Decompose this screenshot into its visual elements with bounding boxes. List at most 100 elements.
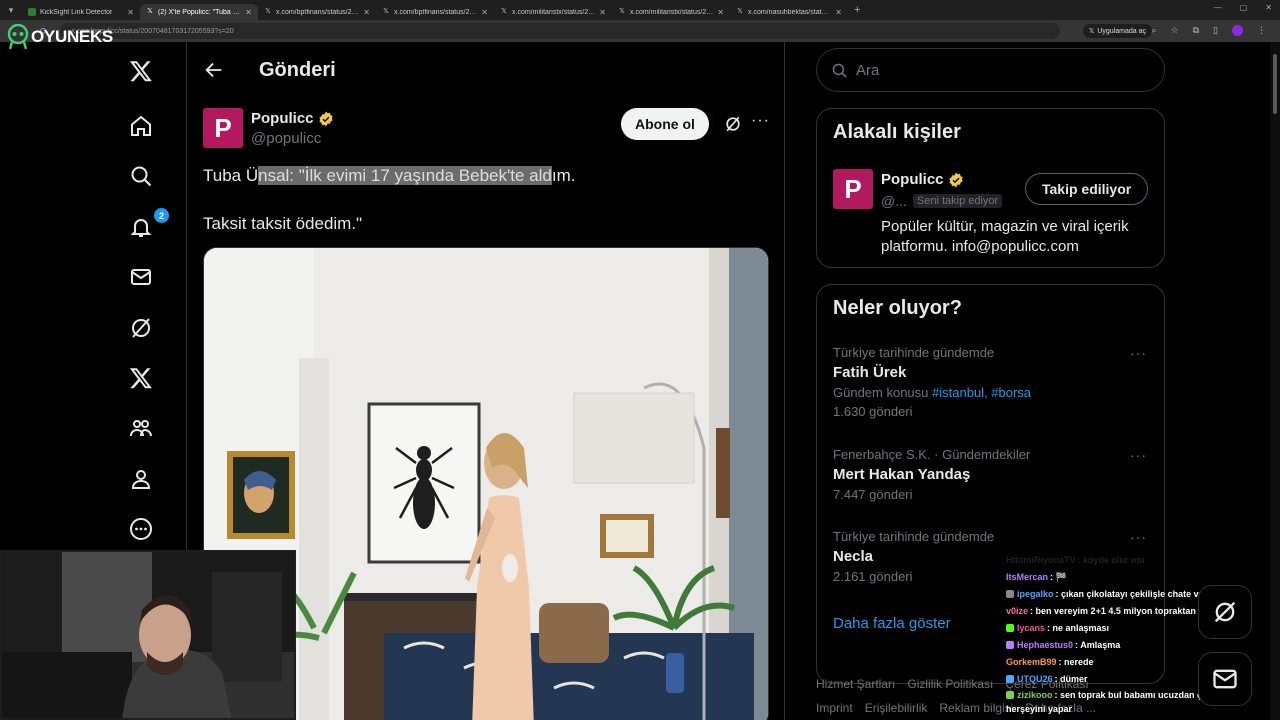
tab-favicon-icon [28, 8, 36, 16]
url-field[interactable]: x.com/populicc/status/200704817031720559… [59, 23, 1060, 39]
browser-tab[interactable]: KickSight Link Detector ✕ [22, 4, 140, 20]
verified-badge-icon [948, 172, 963, 187]
trend-item[interactable]: Fenerbahçe S.K. · Gündemdekiler Mert Hak… [833, 447, 1153, 502]
x-favicon-icon: 𝕏 [265, 8, 271, 15]
post-author-row: P Populicc @populicc Abone ol ··· [203, 108, 769, 152]
author-name[interactable]: Populicc [251, 110, 334, 127]
grok-icon [1214, 601, 1236, 623]
close-tab-icon[interactable]: ✕ [599, 8, 606, 17]
communities-icon[interactable] [128, 415, 154, 441]
scroll-thumb[interactable] [1273, 54, 1277, 114]
trend-hashtags[interactable]: #istanbul, #borsa [932, 385, 1031, 400]
messages-icon[interactable] [128, 264, 154, 290]
subscribe-button[interactable]: Abone ol [621, 108, 709, 140]
post-text-line: Taksit taksit ödedim." [203, 214, 363, 233]
premium-x-icon[interactable] [128, 365, 154, 391]
close-tab-icon[interactable]: ✕ [245, 8, 252, 17]
browser-tab[interactable]: 𝕏x.com/nasuhbektas/status/200...✕ [730, 4, 848, 20]
show-more-link[interactable]: Daha fazla göster [833, 615, 951, 632]
close-tab-icon[interactable]: ✕ [717, 8, 724, 17]
search-icon[interactable] [128, 163, 154, 189]
search-icon [832, 63, 847, 78]
footer-link[interactable]: Imprint [816, 701, 853, 715]
close-tab-icon[interactable]: ✕ [481, 8, 488, 17]
streamer-webcam [0, 550, 296, 720]
tab-search-icon[interactable]: ▾ [0, 0, 22, 20]
x-small-icon: 𝕏 [1088, 28, 1095, 35]
sidebar-icon[interactable]: ▯ [1213, 25, 1218, 36]
browser-tab[interactable]: 𝕏x.com/bptfinans/status/20070...✕ [258, 4, 376, 20]
extensions-icon[interactable]: ⧉ [1193, 25, 1199, 36]
alien-logo-icon [7, 24, 29, 50]
x-favicon-icon: 𝕏 [737, 8, 743, 15]
post-more-icon[interactable]: ··· [751, 112, 770, 130]
window-controls: — ▢ ✕ [1214, 3, 1272, 12]
open-in-app-button[interactable]: 𝕏 Uygulamada aç [1082, 24, 1152, 38]
minimize-icon[interactable]: — [1214, 3, 1222, 12]
browser-tab-bar: ▾ KickSight Link Detector ✕ 𝕏 (2) X'te Pop… [0, 0, 1280, 20]
profile-avatar-icon[interactable] [1232, 25, 1243, 36]
following-button[interactable]: Takip ediliyor [1025, 173, 1149, 205]
more-icon[interactable] [128, 516, 154, 542]
close-tab-icon[interactable]: ✕ [127, 8, 134, 17]
related-person-handle: @... Seni takip ediyor [881, 193, 1003, 209]
chat-badge-icon [1006, 675, 1014, 683]
x-favicon-icon: 𝕏 [147, 8, 153, 15]
trend-item[interactable]: Türkiye tarihinde gündemde Fatih Ürek Gü… [833, 345, 1153, 419]
close-window-icon[interactable]: ✕ [1265, 3, 1272, 12]
trend-more-icon[interactable]: ··· [1130, 447, 1147, 463]
bookmark-star-icon[interactable]: ☆ [1171, 25, 1179, 36]
mail-icon [1213, 669, 1237, 689]
messages-floating-button[interactable] [1198, 652, 1252, 706]
kebab-menu-icon[interactable]: ⋮ [1257, 25, 1266, 36]
page-scrollbar[interactable] [1270, 42, 1280, 720]
back-arrow-icon[interactable] [203, 59, 225, 81]
selected-text: nsal: "İlk evimi 17 yaşında Bebek'te ald [258, 166, 552, 185]
author-handle[interactable]: @populicc [251, 130, 321, 147]
x-logo-icon[interactable] [128, 58, 154, 84]
x-favicon-icon: 𝕏 [383, 8, 389, 15]
new-tab-icon[interactable]: + [854, 4, 860, 16]
trends-title: Neler oluyor? [833, 297, 962, 319]
post-text-line: Tuba Ünsal: "İlk evimi 17 yaşında Bebek'… [203, 166, 576, 185]
stream-logo: OYUNEKS [6, 24, 113, 50]
close-tab-icon[interactable]: ✕ [835, 8, 842, 17]
follows-you-badge: Seni takip ediyor [912, 194, 1003, 208]
grok-icon[interactable] [128, 315, 154, 341]
logo-text: OYUNEKS [31, 27, 113, 46]
home-icon[interactable] [128, 113, 154, 139]
chat-message: ItsMercan: 🏁 [1006, 572, 1067, 582]
browser-address-bar: ⟳ x.com/populicc/status/2007048170317205… [0, 20, 1280, 42]
footer-link[interactable]: Gizlilik Politikası [907, 677, 993, 691]
search-input[interactable]: Ara [816, 48, 1165, 92]
notification-count-badge: 2 [154, 208, 169, 223]
close-tab-icon[interactable]: ✕ [363, 8, 370, 17]
chat-badge-icon [1006, 641, 1014, 649]
author-avatar[interactable]: P [203, 108, 243, 148]
profile-icon[interactable] [128, 466, 154, 492]
trend-more-icon[interactable]: ··· [1130, 529, 1147, 545]
x-favicon-icon: 𝕏 [501, 8, 507, 15]
related-person-bio: Popüler kültür, magazin ve viral içerik … [881, 218, 1129, 255]
related-person-name[interactable]: Populicc [881, 171, 964, 188]
browser-tab[interactable]: 𝕏x.com/militaristx/status/2006...✕ [612, 4, 730, 20]
related-people-title: Alakalı kişiler [833, 121, 961, 143]
maximize-icon[interactable]: ▢ [1240, 3, 1248, 12]
footer-link[interactable]: Reklam bilgisi [939, 701, 1013, 715]
chat-message: HitomiRiyonaTV: köyde olur mu [1006, 555, 1145, 565]
browser-tab[interactable]: 𝕏x.com/militaristx/status/2006...✕ [494, 4, 612, 20]
browser-tab[interactable]: 𝕏x.com/bptfinans/status/20070...✕ [376, 4, 494, 20]
toolbar-icons: ⌕ ☆ ⧉ ▯ ⋮ [1151, 25, 1266, 36]
grok-explain-icon[interactable] [723, 114, 743, 134]
post-header: Gönderi [187, 42, 784, 98]
x-favicon-icon: 𝕏 [619, 8, 625, 15]
chat-badge-icon [1006, 590, 1014, 598]
notifications-icon[interactable]: 2 [128, 208, 169, 240]
zoom-icon[interactable]: ⌕ [1151, 25, 1156, 36]
grok-floating-button[interactable] [1198, 585, 1252, 639]
avatar[interactable]: P [833, 169, 873, 209]
browser-tab-active[interactable]: 𝕏(2) X'te Populicc: "Tuba Ünsal...✕ [140, 4, 258, 20]
trend-more-icon[interactable]: ··· [1130, 345, 1147, 361]
footer-link[interactable]: Erişilebilirlik [865, 701, 928, 715]
footer-link[interactable]: Hizmet Şartları [816, 677, 895, 691]
